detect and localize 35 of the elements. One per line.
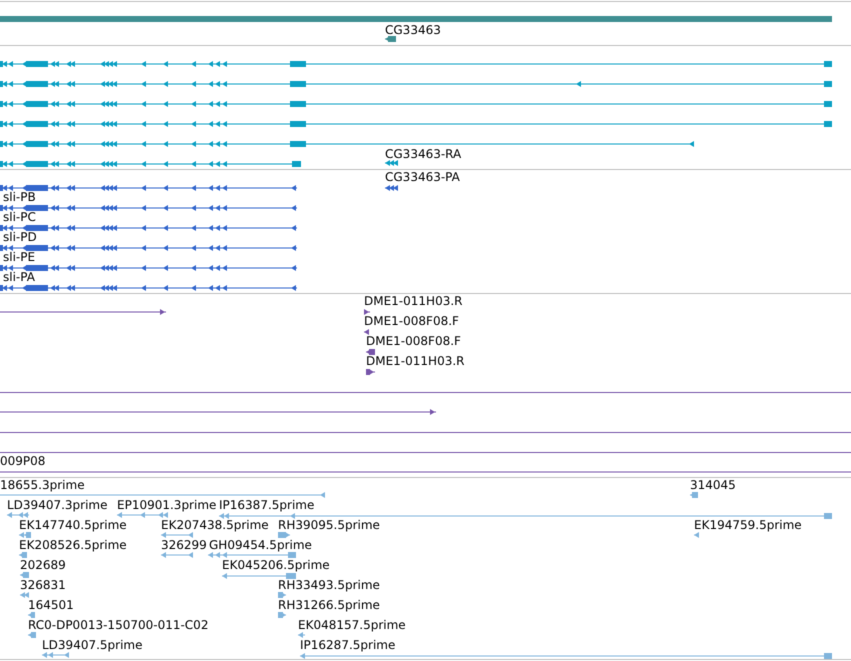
feature-label: DME1-011H03.R [364,295,462,307]
feature-label: CG33463-PA [385,171,460,183]
feature-label: sli-PD [3,231,37,243]
feature-label: 314045 [690,479,736,491]
feature-label: sli-PE [3,251,36,263]
feature-label: 164501 [28,599,74,611]
feature-label: sli-PA [3,271,35,283]
feature-label: EK194759.5prime [694,519,802,531]
feature-label: EK207438.5prime [161,519,269,531]
feature-label: CG33463 [385,24,441,36]
feature-label: 202689 [20,559,66,571]
feature-label: LD39407.3prime [7,499,108,511]
feature-label: EP10901.3prime [117,499,216,511]
feature-label: RC0-DP0013-150700-011-C02 [28,619,208,631]
feature-label: DME1-011H03.R [366,355,464,367]
feature-label: RH31266.5prime [278,599,380,611]
feature-label: RH33493.5prime [278,579,380,591]
feature-label: sli-PC [3,211,36,223]
feature-label: 18655.3prime [0,479,85,491]
feature-label: 326299 [161,539,207,551]
feature-label: EK048157.5prime [298,619,406,631]
feature-label: CG33463-RA [385,148,462,160]
feature-label: 009P08 [0,455,46,467]
feature-label: IP16387.5prime [219,499,314,511]
feature-label: IP16287.5prime [300,639,396,651]
feature-label: EK045206.5prime [222,559,330,571]
feature-label: EK147740.5prime [19,519,127,531]
feature-label: LD39407.5prime [42,639,143,651]
feature-label: RH39095.5prime [278,519,380,531]
feature-label: DME1-008F08.F [366,335,461,347]
feature-label: EK208526.5prime [19,539,127,551]
feature-label: DME1-008F08.F [364,315,459,327]
feature-label: 326831 [20,579,66,591]
feature-label: sli-PB [3,191,36,203]
feature-label: GH09454.5prime [209,539,312,551]
